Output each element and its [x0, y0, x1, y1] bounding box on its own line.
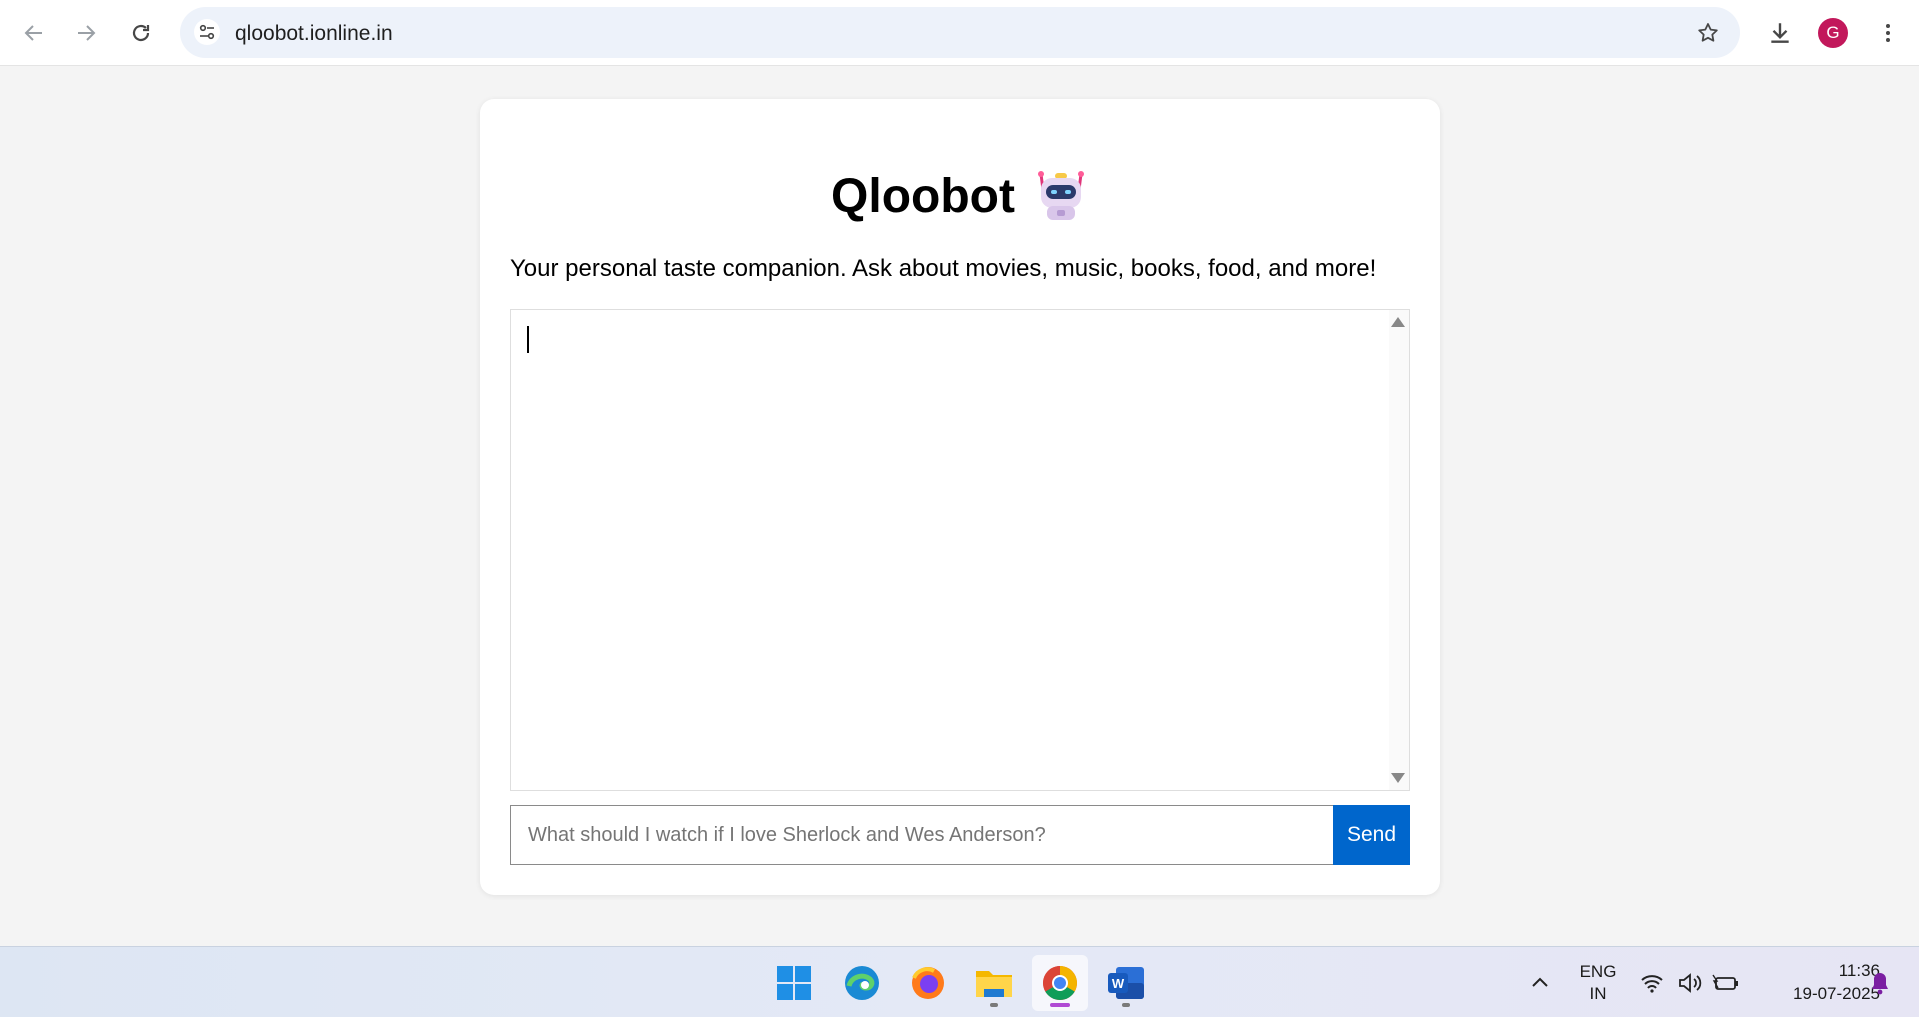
- arrow-right-icon: [78, 25, 96, 41]
- running-indicator: [990, 1003, 998, 1007]
- active-indicator: [1050, 1003, 1070, 1007]
- firefox-icon: [912, 967, 944, 999]
- send-button[interactable]: Send: [1333, 805, 1410, 865]
- menu-button[interactable]: [1866, 11, 1910, 55]
- profile-button[interactable]: G: [1811, 11, 1855, 55]
- svg-text:W: W: [1112, 976, 1125, 991]
- url-text[interactable]: qloobot.ionline.in: [235, 22, 393, 46]
- battery-status[interactable]: [1706, 955, 1746, 1011]
- bell-icon: [1872, 973, 1888, 995]
- notifications-button[interactable]: [1860, 955, 1900, 1011]
- arrow-left-icon: [24, 25, 42, 41]
- text-caret: [527, 326, 529, 353]
- avatar: G: [1818, 18, 1848, 48]
- edge-icon: [845, 966, 879, 1000]
- chat-history-box[interactable]: [510, 309, 1410, 791]
- reload-button[interactable]: [119, 11, 163, 55]
- language-region: IN: [1589, 984, 1607, 1003]
- start-button[interactable]: [766, 955, 822, 1011]
- address-bar[interactable]: qloobot.ionline.in: [180, 7, 1740, 58]
- back-button[interactable]: [12, 11, 56, 55]
- running-indicator: [1122, 1003, 1130, 1007]
- chevron-up-icon: [1532, 977, 1548, 987]
- chat-input[interactable]: [510, 805, 1334, 865]
- language-code: ENG: [1579, 962, 1617, 981]
- scroll-down-arrow-icon[interactable]: [1391, 773, 1405, 783]
- chrome-icon: [1043, 966, 1077, 1000]
- browser-toolbar: qloobot.ionline.in G: [0, 0, 1919, 66]
- title-row: Qloobot: [480, 161, 1440, 231]
- forward-button[interactable]: [64, 11, 108, 55]
- taskbar: W ENG IN 11:36 19-07-2025: [0, 946, 1919, 1017]
- page-title: Qloobot: [831, 169, 1015, 223]
- language-indicator[interactable]: ENG IN: [1572, 961, 1624, 1005]
- site-info-icon[interactable]: [194, 19, 220, 45]
- scroll-up-arrow-icon[interactable]: [1391, 317, 1405, 327]
- firefox-app[interactable]: [900, 955, 956, 1011]
- robot-icon: [1037, 171, 1084, 220]
- wifi-status[interactable]: [1632, 955, 1672, 1011]
- subtitle: Your personal taste companion. Ask about…: [510, 255, 1377, 282]
- chat-input-row: Send: [510, 805, 1410, 865]
- windows-logo-icon: [777, 966, 811, 1000]
- edge-app[interactable]: [834, 955, 890, 1011]
- more-vertical-icon: [1886, 24, 1890, 42]
- reload-icon: [132, 24, 150, 42]
- file-explorer-app[interactable]: [966, 955, 1022, 1011]
- volume-status[interactable]: [1670, 955, 1710, 1011]
- scrollbar[interactable]: [1389, 310, 1409, 790]
- word-app[interactable]: W: [1098, 955, 1154, 1011]
- show-hidden-icons-button[interactable]: [1512, 955, 1568, 1011]
- battery-charging-icon: [1712, 974, 1738, 990]
- speaker-icon: [1679, 973, 1702, 993]
- wifi-icon: [1641, 975, 1663, 993]
- bookmark-star-icon[interactable]: [1694, 19, 1722, 47]
- chrome-app[interactable]: [1032, 955, 1088, 1011]
- word-icon: W: [1108, 967, 1144, 999]
- folder-icon: [976, 971, 1012, 997]
- download-icon: [1771, 23, 1789, 43]
- downloads-button[interactable]: [1758, 11, 1802, 55]
- chat-card: Qloobot Your personal taste companion. A…: [480, 99, 1440, 895]
